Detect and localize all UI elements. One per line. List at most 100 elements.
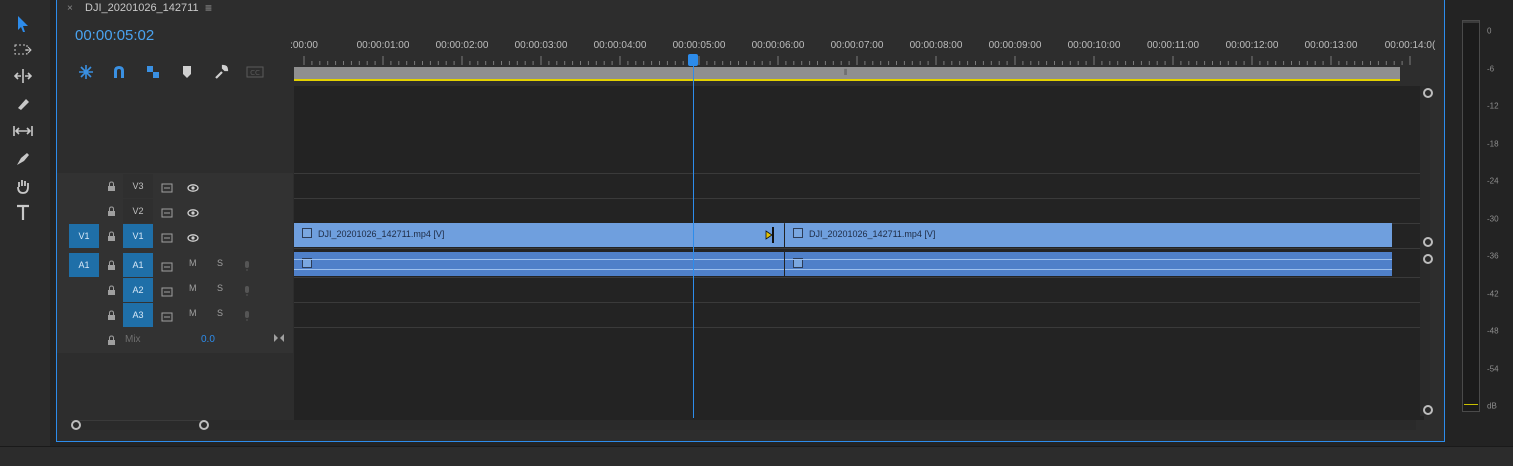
sync-lock-icon[interactable] bbox=[161, 284, 173, 302]
sync-lock-icon[interactable] bbox=[161, 230, 173, 248]
fx-badge-icon bbox=[302, 228, 312, 238]
sync-lock-icon[interactable] bbox=[161, 309, 173, 327]
fx-badge-icon bbox=[793, 228, 803, 238]
meter-tick-label: 0 bbox=[1487, 26, 1492, 36]
solo-button[interactable]: S bbox=[217, 258, 223, 268]
track-target-v2[interactable]: V2 bbox=[123, 199, 153, 223]
meter-tick-label: dB bbox=[1487, 401, 1497, 411]
audio-volume-line[interactable] bbox=[294, 259, 784, 260]
vscroll-video-bottom-handle[interactable] bbox=[1423, 237, 1433, 247]
source-patch-v1[interactable]: V1 bbox=[69, 224, 99, 248]
lock-icon[interactable] bbox=[107, 258, 116, 276]
track-divider bbox=[294, 277, 1424, 278]
playhead-timecode[interactable]: 00:00:05:02 bbox=[75, 27, 154, 44]
sequence-tab-title[interactable]: DJI_20201026_142711 bbox=[85, 2, 199, 14]
track-target-v3[interactable]: V3 bbox=[123, 174, 153, 198]
track-divider bbox=[294, 248, 1424, 249]
source-patch-a1[interactable]: A1 bbox=[69, 253, 99, 277]
selection-tool-icon[interactable] bbox=[9, 12, 37, 36]
tools-panel bbox=[0, 0, 50, 446]
sync-lock-icon[interactable] bbox=[161, 180, 173, 198]
mute-button[interactable]: M bbox=[189, 258, 197, 268]
track-divider bbox=[294, 198, 1424, 199]
ruler-label: 00:00:14:0( bbox=[1384, 40, 1436, 51]
panel-menu-icon[interactable]: ≡ bbox=[205, 1, 212, 15]
mix-volume-value[interactable]: 0.0 bbox=[201, 334, 215, 345]
ruler-label: 00:00:12:00 bbox=[1225, 40, 1279, 51]
mute-button[interactable]: M bbox=[189, 308, 197, 318]
vscroll-video-top-handle[interactable] bbox=[1423, 88, 1433, 98]
snap-magnet-icon[interactable] bbox=[110, 64, 128, 80]
nest-sequence-icon[interactable] bbox=[77, 64, 95, 80]
lock-icon[interactable] bbox=[107, 308, 116, 326]
eye-icon[interactable] bbox=[187, 230, 199, 248]
hand-tool-icon[interactable] bbox=[9, 174, 37, 198]
zoom-scroll-right-handle[interactable] bbox=[199, 420, 209, 430]
track-target-v1[interactable]: V1 bbox=[123, 224, 153, 248]
playhead-line[interactable] bbox=[693, 56, 694, 418]
sync-lock-icon[interactable] bbox=[161, 259, 173, 277]
captions-cc-icon[interactable]: CC bbox=[246, 64, 264, 80]
zoom-scroll-left-handle[interactable] bbox=[71, 420, 81, 430]
track-select-forward-tool-icon[interactable] bbox=[9, 38, 37, 62]
pen-tool-icon[interactable] bbox=[9, 147, 37, 171]
sequence-tab[interactable]: × DJI_20201026_142711 ≡ bbox=[57, 0, 1444, 20]
vscroll-audio-top-handle[interactable] bbox=[1423, 254, 1433, 264]
video-clip-2[interactable]: DJI_20201026_142711.mp4 [V] bbox=[785, 223, 1392, 247]
solo-button[interactable]: S bbox=[217, 283, 223, 293]
track-header-a2: A2 M S bbox=[57, 278, 293, 302]
timeline-settings-wrench-icon[interactable] bbox=[212, 64, 230, 80]
microphone-icon[interactable] bbox=[243, 309, 251, 327]
lock-icon[interactable] bbox=[107, 283, 116, 301]
track-header-mix: Mix 0.0 bbox=[57, 328, 293, 352]
zoom-scroll-thumb[interactable] bbox=[71, 420, 205, 431]
type-tool-icon[interactable] bbox=[9, 201, 37, 225]
ripple-edit-tool-icon[interactable] bbox=[9, 64, 37, 88]
slip-tool-icon[interactable] bbox=[9, 119, 37, 143]
lock-icon[interactable] bbox=[107, 204, 116, 222]
track-header-v2: V2 bbox=[57, 199, 293, 223]
microphone-icon[interactable] bbox=[243, 284, 251, 302]
track-divider bbox=[294, 327, 1424, 328]
ruler-label: 00:00:09:00 bbox=[988, 40, 1042, 51]
vertical-scrollbar[interactable] bbox=[1420, 86, 1430, 416]
track-target-a3[interactable]: A3 bbox=[123, 303, 153, 327]
lock-icon[interactable] bbox=[107, 179, 116, 197]
ruler-label: 00:00:03:00 bbox=[514, 40, 568, 51]
track-header-v3: V3 bbox=[57, 174, 293, 198]
ruler-label: 00:00:13:00 bbox=[1304, 40, 1358, 51]
horizontal-scrollbar[interactable] bbox=[71, 420, 1416, 430]
sync-lock-icon[interactable] bbox=[161, 205, 173, 223]
audio-clip-1[interactable] bbox=[294, 252, 784, 276]
tab-close-button[interactable]: × bbox=[67, 3, 73, 14]
lock-icon[interactable] bbox=[107, 229, 116, 247]
audio-volume-line[interactable] bbox=[785, 259, 1392, 260]
mute-button[interactable]: M bbox=[189, 283, 197, 293]
track-target-a2[interactable]: A2 bbox=[123, 278, 153, 302]
solo-button[interactable]: S bbox=[217, 308, 223, 318]
tracks-area[interactable]: DJI_20201026_142711.mp4 [V] DJI_20201026… bbox=[294, 86, 1424, 420]
expand-track-icon[interactable] bbox=[273, 330, 285, 348]
track-divider bbox=[294, 173, 1424, 174]
ruler-label: 00:00:10:00 bbox=[1067, 40, 1121, 51]
ruler-label: 00:00:06:00 bbox=[751, 40, 805, 51]
vscroll-audio-bottom-handle[interactable] bbox=[1423, 405, 1433, 415]
clip-label: DJI_20201026_142711.mp4 [V] bbox=[809, 229, 936, 239]
audio-clip-2[interactable] bbox=[785, 252, 1392, 276]
ruler-label: 00:00:02:00 bbox=[435, 40, 489, 51]
eye-icon[interactable] bbox=[187, 205, 199, 223]
microphone-icon[interactable] bbox=[243, 259, 251, 277]
add-marker-icon[interactable] bbox=[178, 64, 196, 80]
razor-tool-icon[interactable] bbox=[9, 92, 37, 116]
playhead-handle[interactable] bbox=[688, 54, 698, 66]
audio-waveform-line bbox=[785, 269, 1392, 270]
lock-icon[interactable] bbox=[107, 333, 116, 351]
audio-meter: 0 -6 -12 -18 -24 -30 -36 -42 -48 -54 dB bbox=[1453, 18, 1513, 418]
work-area-grip-icon[interactable]: ⦀ bbox=[844, 68, 848, 78]
track-target-a1[interactable]: A1 bbox=[123, 253, 153, 277]
work-area-bar[interactable]: ⦀ bbox=[294, 67, 1400, 79]
linked-selection-icon[interactable] bbox=[144, 64, 162, 80]
video-clip-1[interactable]: DJI_20201026_142711.mp4 [V] bbox=[294, 223, 784, 247]
eye-icon[interactable] bbox=[187, 180, 199, 198]
ruler-label: :00:00 bbox=[290, 40, 318, 51]
